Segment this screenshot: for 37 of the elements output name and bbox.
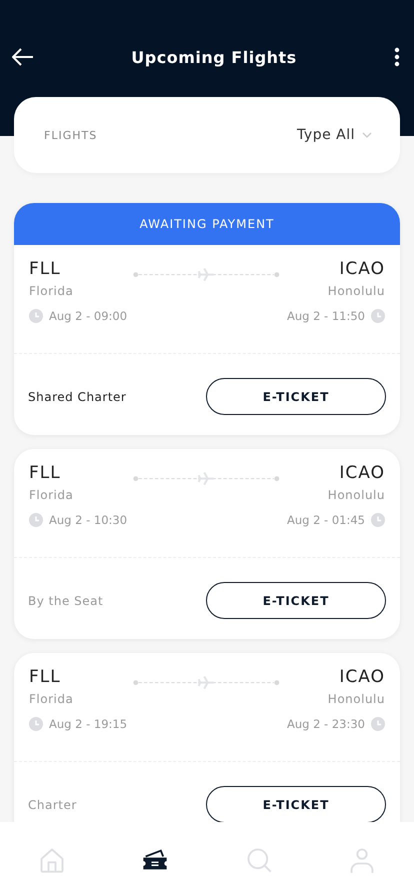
departure-time: Aug 2 - 10:30 — [49, 513, 128, 527]
clock-icon — [371, 717, 385, 731]
screen-title: Upcoming Flights — [131, 48, 297, 66]
clock-icon — [29, 309, 43, 323]
city-name: Florida — [29, 284, 74, 298]
airport-code: ICAO — [339, 667, 385, 687]
arrival-time: Aug 2 - 23:30 — [286, 717, 365, 731]
flight-type: Charter — [28, 798, 77, 812]
clock-icon — [371, 513, 385, 527]
arrival-time: Aug 2 - 11:50 — [286, 309, 365, 323]
airport-code: FLL — [29, 463, 62, 483]
city-name: Honolulu — [328, 488, 385, 502]
more-menu-icon[interactable] — [394, 47, 400, 67]
airport-code: FLL — [29, 667, 62, 687]
clock-icon — [29, 717, 43, 731]
city-name: Honolulu — [328, 284, 385, 298]
airport-code: ICAO — [339, 463, 385, 483]
airport-code: FLL — [29, 259, 62, 279]
departure-time: Aug 2 - 19:15 — [49, 717, 128, 731]
e-ticket-button[interactable]: E-TICKET — [206, 378, 386, 415]
flight-type: By the Seat — [28, 594, 104, 608]
airport-code: ICAO — [339, 259, 385, 279]
flight-type: Shared Charter — [28, 390, 126, 404]
city-name: Florida — [29, 692, 74, 706]
e-ticket-button[interactable]: E-TICKET — [206, 582, 386, 619]
city-name: Honolulu — [328, 692, 385, 706]
clock-icon — [29, 513, 43, 527]
clock-icon — [371, 309, 385, 323]
city-name: Florida — [29, 488, 74, 502]
filter-label: FLIGHTS — [44, 128, 98, 142]
departure-time: Aug 2 - 09:00 — [49, 309, 128, 323]
chevron-down-icon — [362, 132, 372, 138]
status-banner: AWAITING PAYMENT — [14, 203, 400, 245]
back-arrow-icon[interactable] — [12, 48, 34, 66]
type-dropdown[interactable]: Type All — [297, 127, 372, 143]
arrival-time: Aug 2 - 01:45 — [286, 513, 365, 527]
e-ticket-button[interactable]: E-TICKET — [206, 786, 386, 823]
